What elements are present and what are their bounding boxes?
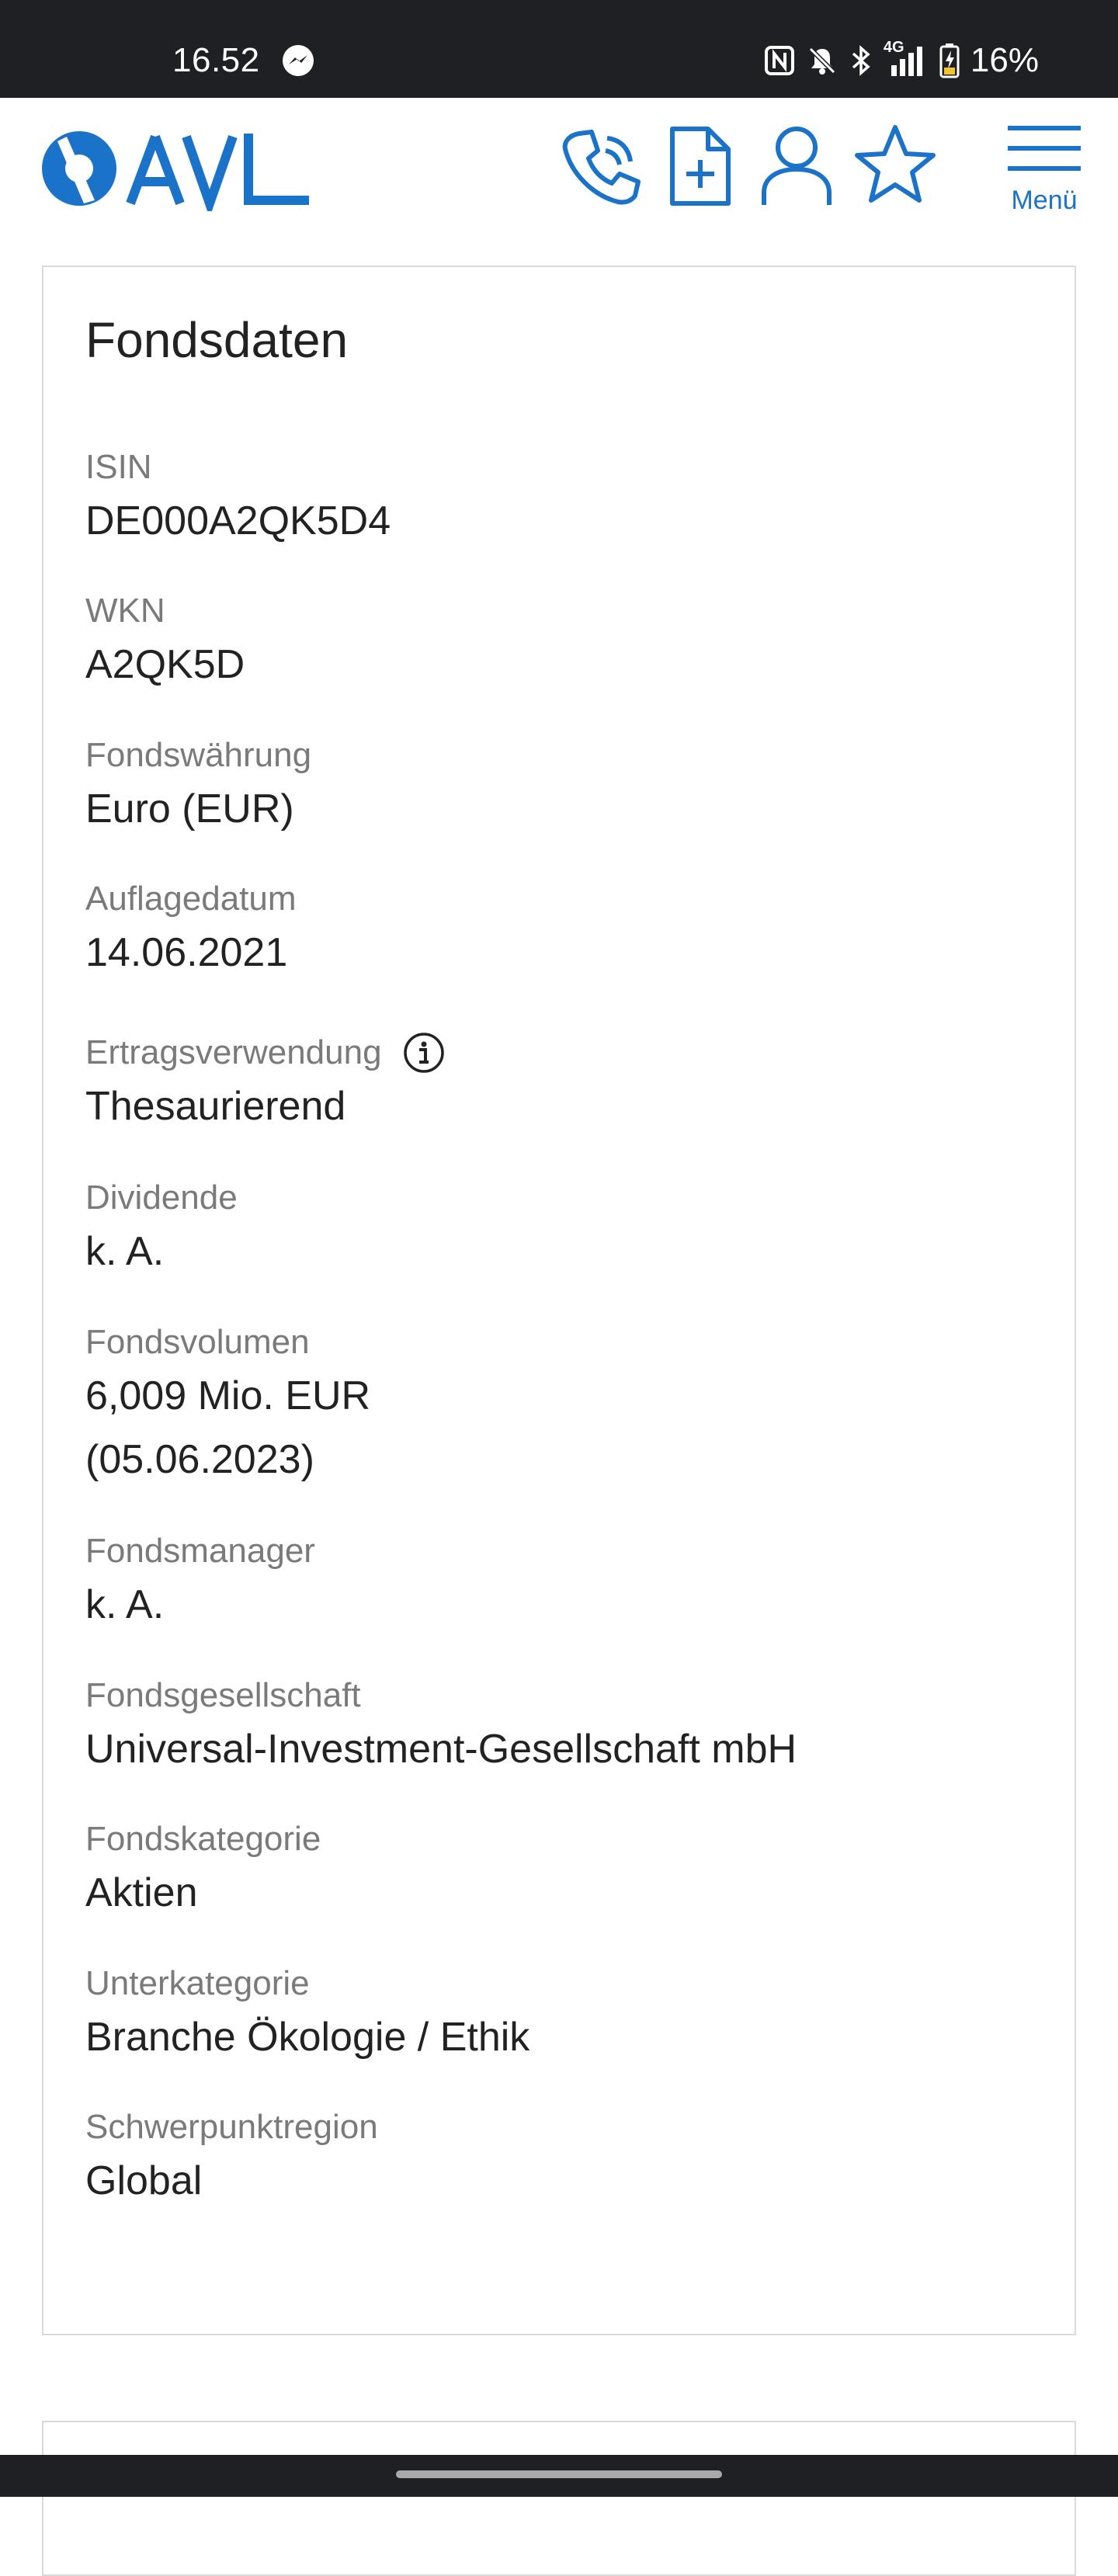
status-time: 16.52 [172,41,260,79]
field-label-row: Ertragsverwendung [85,1031,446,1074]
field-subcategory: Unterkategorie Branche Ökologie / Ethik [85,1962,529,2069]
field-value: DE000A2QK5D4 [85,498,391,543]
field-fund-category: Fondskategorie Aktien [85,1817,321,1925]
field-value: Aktien [85,1870,198,1915]
star-icon[interactable] [852,123,938,210]
field-label: Dividende [85,1179,238,1217]
field-label: Auflagedatum [85,880,297,918]
status-indicators: 4G 16% [764,39,1039,82]
field-focus-region: Schwerpunktregion Global [85,2106,378,2213]
field-label: WKN [85,592,165,630]
field-value: Thesaurierend [85,1084,346,1129]
home-gesture-handle[interactable] [396,2470,722,2478]
field-value-date: (05.06.2023) [85,1437,314,1482]
field-label: Fondskategorie [85,1820,321,1858]
info-icon[interactable] [402,1031,446,1074]
field-isin: ISIN DE000A2QK5D4 [85,446,391,553]
field-value: 6,009 Mio. EUR [85,1373,371,1418]
field-label: Unterkategorie [85,1964,310,2002]
status-bar: 16.52 4G 16% [0,0,1118,98]
field-launch-date: Auflagedatum 14.06.2021 [85,877,297,984]
hamburger-menu-icon [1008,126,1081,171]
menu-button[interactable]: Menü [1006,124,1082,233]
field-value: k. A. [85,1582,165,1627]
document-add-icon[interactable] [657,123,742,210]
nfc-icon [764,46,794,75]
avl-logo[interactable] [39,126,318,211]
fund-data-card: Fondsdaten ISIN DE000A2QK5D4 WKN A2QK5D … [42,266,1076,2335]
battery-charging-icon [939,43,960,78]
user-icon[interactable] [755,123,840,210]
field-fund-company: Fondsgesellschaft Universal-Investment-G… [85,1674,797,1781]
field-label: Ertragsverwendung [85,1033,382,1071]
field-fund-currency: Fondswährung Euro (EUR) [85,734,311,841]
bluetooth-icon [852,45,870,76]
field-value: k. A. [85,1229,165,1274]
field-label: Fondsmanager [85,1532,315,1570]
next-card [42,2421,1076,2576]
field-value: Universal-Investment-Gesellschaft mbH [85,1727,797,1772]
field-label: Fondsgesellschaft [85,1676,361,1714]
card-title: Fondsdaten [85,312,349,368]
phone-icon[interactable] [557,123,643,210]
mute-bell-icon [808,47,836,75]
field-value: Branche Ökologie / Ethik [85,2015,530,2060]
field-label: Schwerpunktregion [85,2108,378,2146]
field-value: Euro (EUR) [85,786,294,831]
field-fund-manager: Fondsmanager k. A. [85,1529,315,1637]
messenger-icon [283,45,314,76]
field-fund-volume: Fondsvolumen 6,009 Mio. EUR (05.06.2023) [85,1321,370,1491]
field-label: Fondswährung [85,736,312,774]
field-income-use: Ertragsverwendung Thesaurierend [85,1031,446,1138]
field-value: 14.06.2021 [85,930,288,975]
field-value: A2QK5D [85,642,245,687]
field-label: Fondsvolumen [85,1323,310,1361]
field-value: Global [85,2158,203,2203]
signal-icon [891,47,922,76]
menu-label: Menü [1011,186,1078,215]
field-label: ISIN [85,448,152,486]
navigation-bar [0,2455,1118,2497]
site-header: Menü [0,98,1118,230]
field-wkn: WKN A2QK5D [85,589,245,696]
field-dividend: Dividende k. A. [85,1176,238,1283]
signal-indicator: 4G [884,39,929,78]
battery-percentage: 16% [970,41,1039,79]
